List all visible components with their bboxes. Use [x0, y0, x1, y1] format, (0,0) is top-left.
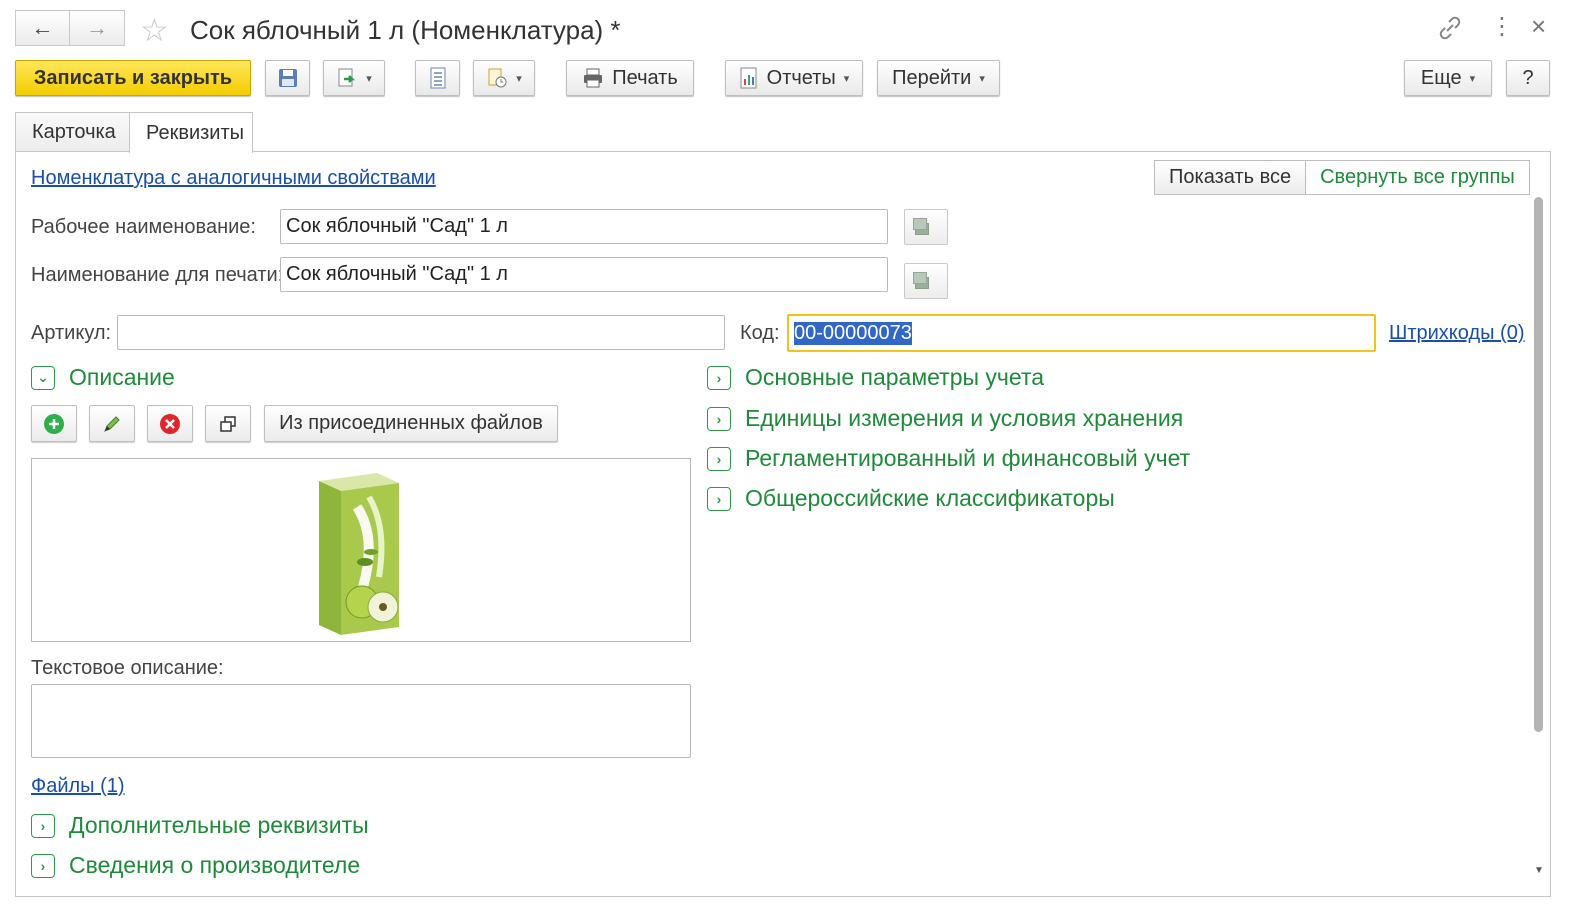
save-and-close-button[interactable]: Записать и закрыть	[15, 60, 251, 96]
dropdown-caret-icon: ▾	[979, 72, 985, 85]
group-title: Регламентированный и финансовый учет	[745, 445, 1191, 471]
save-button[interactable]	[265, 60, 310, 96]
files-link[interactable]: Файлы (1)	[31, 775, 125, 798]
dropdown-caret-icon: ▾	[1469, 72, 1476, 85]
expand-chevron-icon: ›	[707, 406, 731, 431]
expand-chevron-icon: ›	[707, 486, 731, 511]
tab-requisites-label: Реквизиты	[146, 121, 245, 144]
close-icon[interactable]: ×	[1531, 13, 1546, 39]
code-label: Код:	[740, 322, 780, 344]
document-arrow-icon	[338, 68, 356, 87]
create-based-on-button[interactable]: ▾	[473, 60, 535, 96]
plus-circle-icon	[44, 413, 64, 434]
document-clock-icon	[488, 68, 507, 88]
dropdown-caret-icon: ▾	[366, 72, 372, 85]
group-main-accounting-params[interactable]: › Основные параметры учета	[707, 364, 1044, 391]
more-label: Еще	[1420, 66, 1462, 89]
tab-requisites[interactable]: Реквизиты	[129, 112, 253, 153]
save-and-close-label: Записать и закрыть	[33, 66, 233, 89]
copy-name-button[interactable]	[904, 209, 948, 245]
expand-chevron-icon: ›	[707, 446, 731, 471]
description-group-title: Описание	[69, 364, 175, 390]
group-title: Единицы измерения и условия хранения	[745, 405, 1184, 431]
add-image-button[interactable]	[31, 405, 77, 442]
print-name-label: Наименование для печати:	[31, 264, 284, 286]
back-button[interactable]: ←	[15, 10, 70, 46]
group-units-storage[interactable]: › Единицы измерения и условия хранения	[707, 405, 1183, 432]
report-icon	[740, 67, 757, 89]
group-classifiers[interactable]: › Общероссийские классификаторы	[707, 485, 1115, 512]
pencil-icon	[104, 415, 120, 432]
show-all-button[interactable]: Показать все	[1155, 161, 1305, 194]
post-document-button[interactable]: ▾	[323, 60, 385, 96]
list-icon	[430, 67, 445, 89]
scrollbar-thumb[interactable]	[1534, 197, 1543, 732]
article-field[interactable]	[117, 315, 725, 350]
copy-icon	[912, 272, 940, 289]
print-button[interactable]: Печать	[566, 60, 694, 96]
description-group-header[interactable]: ⌄ Описание	[31, 364, 175, 391]
delete-circle-icon	[160, 413, 180, 434]
reports-button[interactable]: Отчеты ▾	[725, 60, 863, 96]
printer-icon	[584, 68, 603, 88]
article-label: Артикул:	[31, 322, 112, 344]
open-window-icon	[220, 415, 236, 432]
tab-card[interactable]: Карточка	[15, 112, 130, 152]
tab-card-label: Карточка	[32, 121, 116, 143]
expand-chevron-icon: ›	[31, 853, 55, 878]
collapse-all-groups-button[interactable]: Свернуть все группы	[1305, 161, 1529, 194]
edit-image-button[interactable]	[89, 405, 135, 442]
analog-nomenclature-link[interactable]: Номенклатура с аналогичными свойствами	[31, 167, 436, 190]
forward-button[interactable]: →	[70, 10, 125, 46]
help-label: ?	[1522, 66, 1534, 89]
window-title: Сок яблочный 1 л (Номенклатура) *	[190, 15, 621, 45]
group-title: Сведения о производителе	[69, 852, 361, 878]
link-icon[interactable]	[1437, 15, 1463, 48]
dropdown-caret-icon: ▾	[516, 72, 522, 85]
copy-icon	[912, 218, 940, 235]
open-image-button[interactable]	[205, 405, 251, 442]
code-field[interactable]: 00-00000073	[787, 314, 1376, 352]
expand-chevron-icon: ›	[707, 365, 731, 390]
list-view-button[interactable]	[415, 60, 460, 96]
arrow-left-icon: ←	[31, 15, 54, 40]
delete-image-button[interactable]	[147, 405, 193, 442]
show-collapse-segment: Показать все Свернуть все группы	[1154, 160, 1530, 195]
favorite-star-icon[interactable]: ☆	[140, 12, 169, 48]
group-title: Дополнительные реквизиты	[69, 812, 369, 838]
work-name-field[interactable]: Сок яблочный "Сад" 1 л	[280, 209, 888, 244]
reports-label: Отчеты	[766, 66, 836, 89]
collapse-chevron-icon: ⌄	[31, 365, 55, 390]
print-name-field[interactable]: Сок яблочный "Сад" 1 л	[280, 257, 888, 292]
vertical-scrollbar[interactable]: ▼	[1531, 193, 1547, 883]
expand-chevron-icon: ›	[31, 813, 55, 838]
text-description-field[interactable]	[31, 684, 691, 758]
product-image-frame	[31, 458, 691, 642]
goto-label: Перейти	[892, 66, 972, 89]
juice-box-image	[319, 473, 399, 635]
barcodes-link[interactable]: Штрихкоды (0)	[1389, 322, 1525, 345]
dropdown-caret-icon: ▾	[843, 72, 850, 85]
group-additional-requisites[interactable]: › Дополнительные реквизиты	[31, 812, 369, 839]
scroll-down-arrow-icon[interactable]: ▼	[1534, 865, 1544, 876]
more-button[interactable]: Еще ▾	[1404, 60, 1492, 96]
more-menu-icon[interactable]: ⋮	[1490, 14, 1514, 40]
group-title: Общероссийские классификаторы	[745, 485, 1115, 511]
from-attached-files-button[interactable]: Из присоединенных файлов	[264, 405, 558, 442]
print-label: Печать	[612, 66, 678, 89]
group-manufacturer-info[interactable]: › Сведения о производителе	[31, 852, 360, 879]
group-regulated-financial[interactable]: › Регламентированный и финансовый учет	[707, 445, 1190, 472]
arrow-right-icon: →	[86, 15, 108, 40]
group-title: Основные параметры учета	[745, 364, 1045, 390]
goto-button[interactable]: Перейти ▾	[877, 60, 1000, 96]
work-name-label: Рабочее наименование:	[31, 216, 256, 238]
floppy-disk-icon	[278, 69, 297, 87]
copy-print-name-button[interactable]	[904, 263, 948, 299]
navigation-group: ← →	[15, 10, 125, 46]
help-button[interactable]: ?	[1506, 60, 1550, 96]
code-value: 00-00000073	[794, 321, 912, 345]
text-description-label: Текстовое описание:	[31, 657, 224, 679]
